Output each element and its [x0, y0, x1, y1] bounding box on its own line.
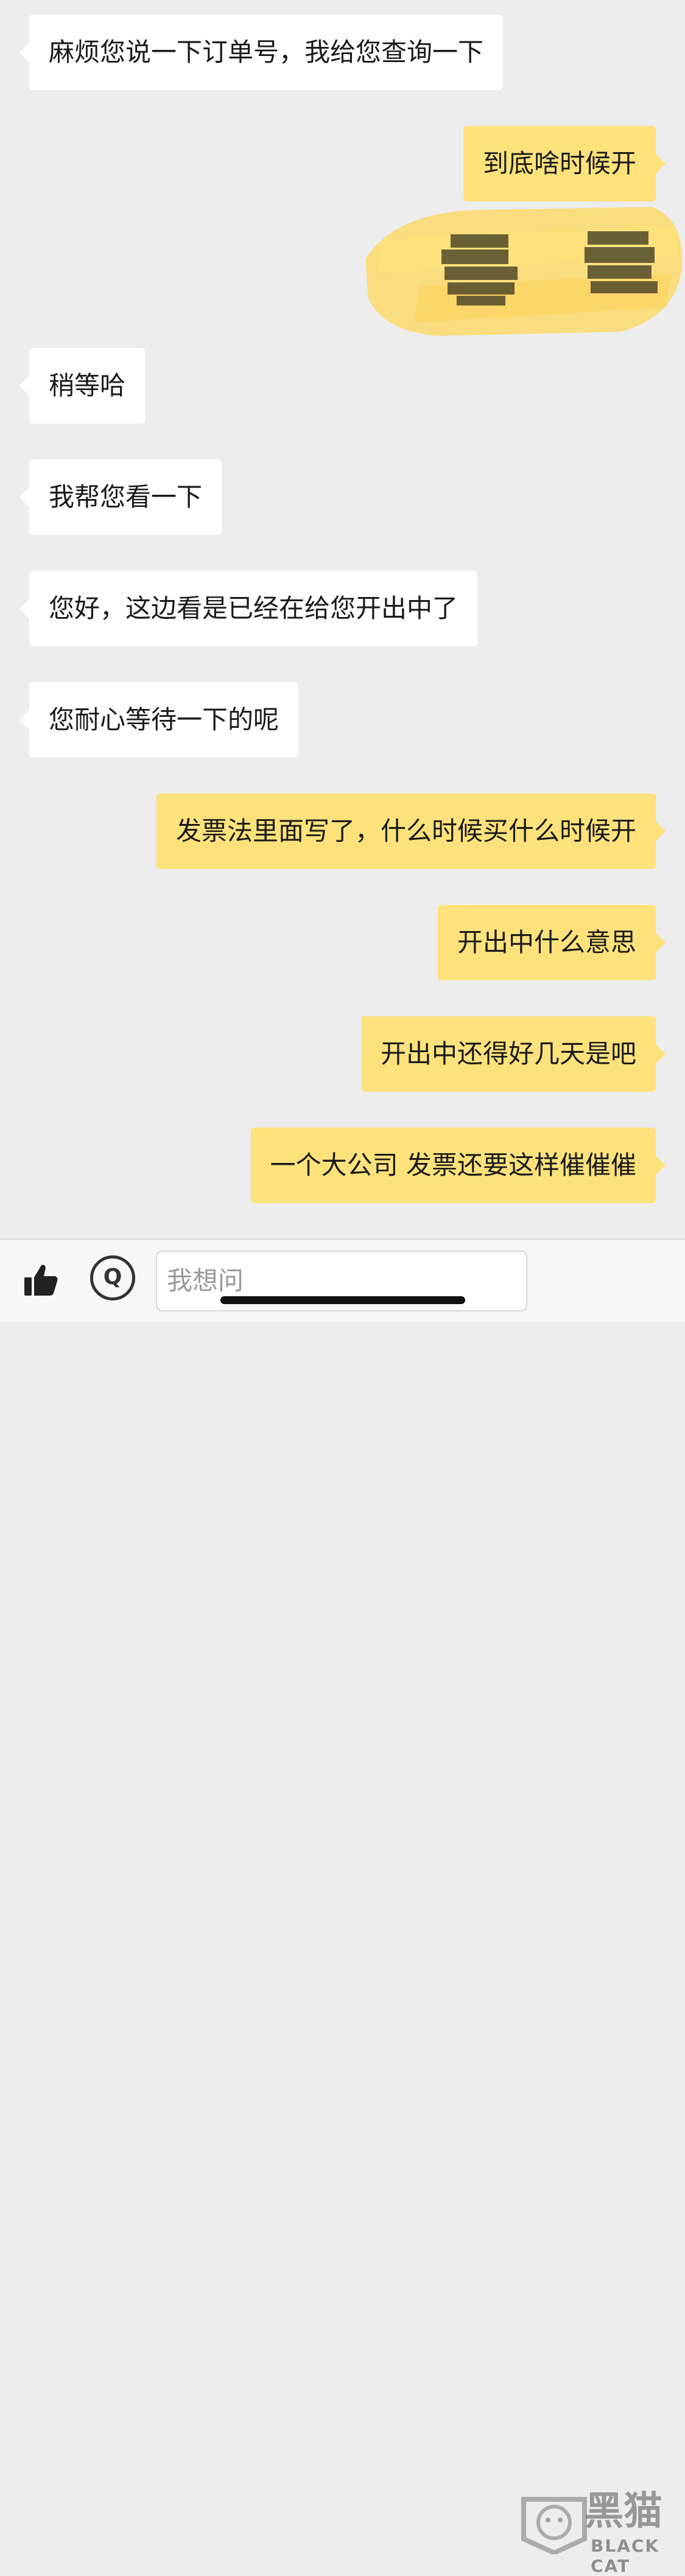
outgoing-message-bubble[interactable]: 发票法里面写了，什么时候买什么时候开 — [156, 794, 666, 869]
incoming-message-bubble[interactable]: 您耐心等待一下的呢 — [19, 682, 299, 758]
outgoing-message-bubble[interactable]: 一个大公司 发票还要这样催催催 — [250, 1128, 666, 1203]
message-row: 开出中还得好几天是吧 — [0, 1016, 685, 1092]
message-row: 开出中什么意思 — [0, 905, 685, 980]
bottom-input-bar: Q 我想问 黑猫 BLACK CAT — [0, 1238, 685, 2576]
watermark-subtitle: BLACK CAT — [591, 2536, 660, 2576]
watermark-title: 黑猫 — [585, 2489, 662, 2534]
message-row: 稍等哈 — [0, 348, 685, 424]
redacted-image-scribble — [365, 207, 683, 336]
outgoing-message-bubble[interactable]: 开出中还得好几天是吧 — [360, 1016, 666, 1092]
message-row: 到底啥时候开 — [0, 126, 685, 201]
incoming-message-bubble[interactable]: 麻烦您说一下订单号，我给您查询一下 — [19, 15, 504, 90]
message-row: 您耐心等待一下的呢 — [0, 682, 685, 758]
message-row: 发票法里面写了，什么时候买什么时候开 — [0, 794, 685, 869]
incoming-message-bubble[interactable]: 稍等哈 — [19, 348, 146, 424]
chat-message-list[interactable]: 麻烦您说一下订单号，我给您查询一下 到底啥时候开 稍等哈 我帮您看一下 您好，这… — [0, 0, 685, 1238]
outgoing-message-bubble[interactable]: 到底啥时候开 — [463, 126, 666, 201]
incoming-message-bubble[interactable]: 我帮您看一下 — [19, 459, 222, 535]
black-cat-logo-icon — [521, 2497, 587, 2554]
message-row: 我帮您看一下 — [0, 459, 685, 535]
home-indicator — [220, 1296, 465, 1304]
message-row: 一个大公司 发票还要这样催催催 — [0, 1128, 685, 1203]
thumbs-up-icon[interactable] — [23, 1262, 60, 1298]
message-row: 麻烦您说一下订单号，我给您查询一下 — [0, 15, 685, 90]
message-row: 您好，这边看是已经在给您开出中了 — [0, 571, 685, 646]
ask-question-button[interactable]: Q — [90, 1255, 135, 1300]
blackcat-watermark: 黑猫 BLACK CAT — [518, 2487, 685, 2576]
incoming-message-bubble[interactable]: 您好，这边看是已经在给您开出中了 — [19, 571, 478, 646]
outgoing-message-bubble[interactable]: 开出中什么意思 — [437, 905, 666, 980]
